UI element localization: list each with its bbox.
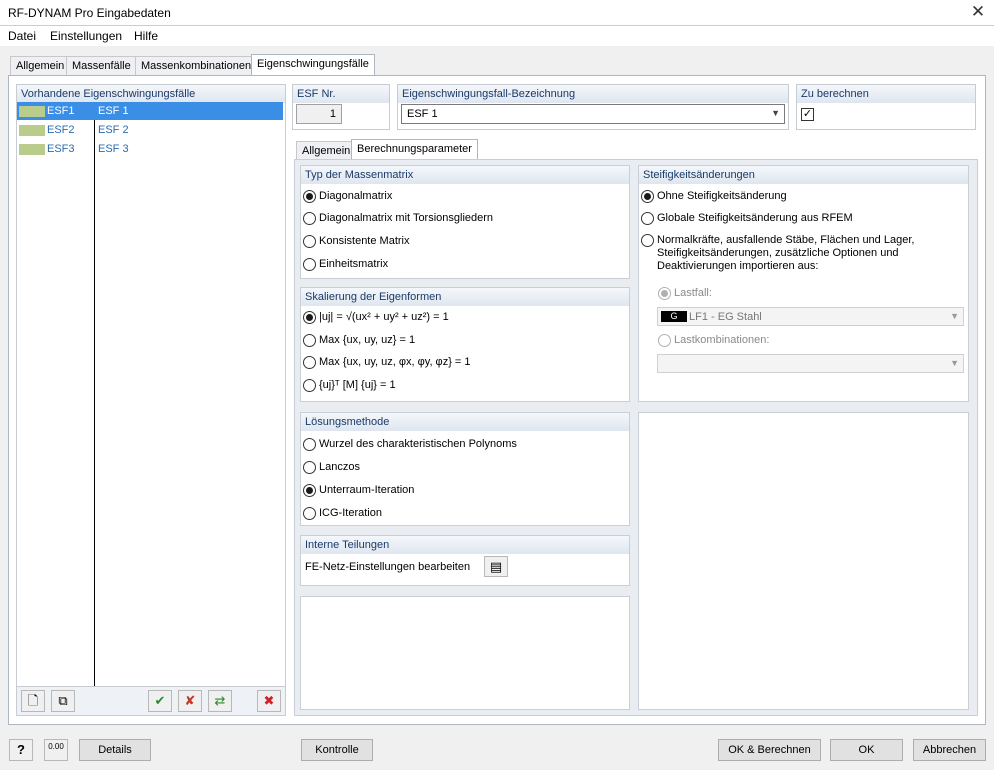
esf-list-header: Vorhandene Eigenschwingungsfälle <box>17 85 285 103</box>
lastfall-dropdown: G LF1 - EG Stahl ▼ <box>657 307 964 326</box>
lastfall-badge: G <box>661 311 687 322</box>
subtab-allgemein[interactable]: Allgemein <box>296 141 357 161</box>
help-icon[interactable]: ? <box>9 739 33 761</box>
bezeichnung-dropdown[interactable]: ESF 1 ▼ <box>401 104 785 124</box>
menu-einstellungen[interactable]: Einstellungen <box>50 29 122 43</box>
copy-case-icon[interactable]: ⧉ <box>51 690 75 712</box>
check-all-icon[interactable]: ✔ <box>148 690 172 712</box>
esf-nr-label: ESF Nr. <box>293 85 389 103</box>
details-button[interactable]: Details <box>79 739 151 761</box>
subtab-berechnungsparameter[interactable]: Berechnungsparameter <box>351 139 478 161</box>
list-item-id[interactable]: ESF3 <box>47 143 75 155</box>
ok-button[interactable]: OK <box>830 739 903 761</box>
kontrolle-button[interactable]: Kontrolle <box>301 739 373 761</box>
list-item-id[interactable]: ESF2 <box>47 124 75 136</box>
bezeichnung-label: Eigenschwingungsfall-Bezeichnung <box>398 85 788 103</box>
radio-import[interactable]: Normalkräfte, ausfallende Stäbe, Flächen… <box>641 234 961 274</box>
color-swatch <box>19 144 45 155</box>
color-swatch <box>19 125 45 136</box>
zu-berechnen-label: Zu berechnen <box>797 85 975 103</box>
tab-massenfaelle[interactable]: Massenfälle <box>66 56 137 76</box>
ok-berechnen-button[interactable]: OK & Berechnen <box>718 739 821 761</box>
zu-berechnen-checkbox[interactable]: ✓ <box>801 108 814 121</box>
fe-mesh-settings-icon[interactable]: ▤ <box>484 556 508 577</box>
empty-panel-left <box>300 596 630 710</box>
tab-massenkombinationen[interactable]: Massenkombinationen <box>135 56 258 76</box>
steifigkeit-title: Steifigkeitsänderungen <box>639 166 968 184</box>
chevron-down-icon: ▼ <box>950 311 959 321</box>
window-title: RF-DYNAM Pro Eingabedaten <box>8 6 171 20</box>
skalierung-title: Skalierung der Eigenformen <box>301 288 629 306</box>
calculator-icon[interactable]: 0.00 <box>44 739 68 761</box>
list-item-name[interactable]: ESF 1 <box>98 105 129 117</box>
tab-eigenschwingungsfaelle[interactable]: Eigenschwingungsfälle <box>251 54 375 76</box>
tab-allgemein[interactable]: Allgemein <box>10 56 71 76</box>
list-item-id[interactable]: ESF1 <box>47 105 75 117</box>
radio-import-label: Normalkräfte, ausfallende Stäbe, Flächen… <box>657 234 915 272</box>
new-case-icon[interactable]: 🗋 <box>21 690 45 712</box>
uncheck-all-icon[interactable]: ✘ <box>178 690 202 712</box>
loesung-title: Lösungsmethode <box>301 413 629 431</box>
toggle-check-icon[interactable]: ⇄ <box>208 690 232 712</box>
close-icon[interactable]: ✕ <box>966 2 990 24</box>
list-item-name[interactable]: ESF 2 <box>98 124 129 136</box>
list-divider <box>94 102 95 686</box>
lastkomb-dropdown: ▼ <box>657 354 964 373</box>
empty-panel-right <box>638 412 969 710</box>
esf-list-panel: Vorhandene Eigenschwingungsfälle <box>16 84 286 716</box>
chevron-down-icon: ▼ <box>950 358 959 368</box>
massenmatrix-title: Typ der Massenmatrix <box>301 166 629 184</box>
teilungen-title: Interne Teilungen <box>301 536 629 554</box>
menu-datei[interactable]: Datei <box>8 29 36 43</box>
menu-hilfe[interactable]: Hilfe <box>134 29 158 43</box>
lastfall-value: LF1 - EG Stahl <box>689 311 762 323</box>
esf-nr-field: 1 <box>296 104 342 124</box>
list-item-name[interactable]: ESF 3 <box>98 143 129 155</box>
color-swatch <box>19 106 45 117</box>
delete-icon[interactable]: ✖ <box>257 690 281 712</box>
bezeichnung-value: ESF 1 <box>407 108 438 120</box>
chevron-down-icon: ▼ <box>771 108 780 118</box>
fe-netz-label: FE-Netz-Einstellungen bearbeiten <box>305 561 471 573</box>
abbrechen-button[interactable]: Abbrechen <box>913 739 986 761</box>
zu-berechnen-panel: Zu berechnen <box>796 84 976 130</box>
